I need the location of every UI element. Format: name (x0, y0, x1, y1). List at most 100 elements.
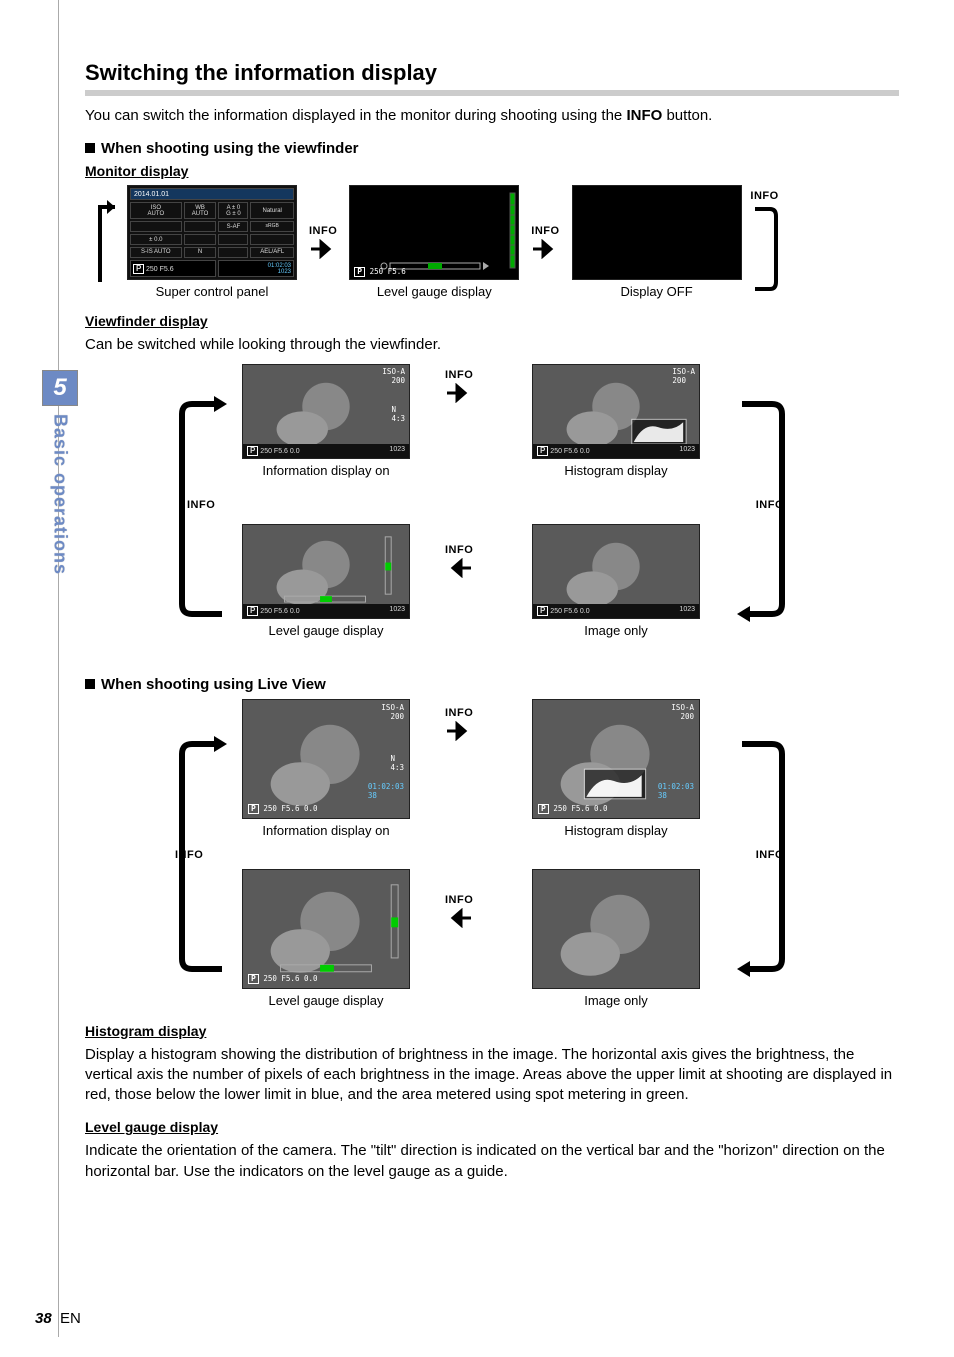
monitor-display-heading: Monitor display (85, 163, 899, 179)
arrow-right-icon (309, 239, 337, 259)
histogram-text: Display a histogram showing the distribu… (85, 1045, 899, 1106)
display-off-block: Display OFF (572, 185, 742, 299)
side-tab: 5 Basic operations (40, 370, 80, 575)
intro-text: You can switch the information displayed… (85, 106, 899, 126)
lv-text: 250 F5.6 (370, 267, 406, 276)
info-arrow-1: INFO (309, 225, 337, 259)
intro-line: You can switch the information displayed… (85, 107, 626, 124)
vstrip-left: 250 F5.6 0.0 (260, 448, 299, 455)
vstrip-mode2: P (537, 446, 548, 456)
cycle-info-left: INFO (187, 499, 215, 511)
cycle2-right-bracket: INFO (732, 734, 792, 984)
title-underline (85, 90, 899, 96)
lv-imgonly-thumb (532, 869, 700, 989)
vstrip-right2: 1023 (679, 446, 695, 456)
info-arrow-3: INFO (750, 190, 780, 294)
vstrip-right: 1023 (389, 446, 405, 456)
super-control-panel-thumb: 2014.01.01 ISO AUTO WB AUTO A ± 0 G ± 0 … (127, 185, 297, 280)
info-label-3: INFO (750, 190, 778, 202)
scp-saf: S-AF (218, 221, 248, 232)
section-liveview-heading: When shooting using Live View (85, 676, 899, 693)
vstrip-right4: 1023 (679, 606, 695, 616)
vf-info-on-thumb: ISO-A200 N4:3 P 250 F5.6 0.0 1023 (242, 364, 410, 459)
caption-lv-hist: Histogram display (564, 823, 667, 838)
lv2-mode3: P (248, 974, 259, 984)
info-label-2: INFO (531, 225, 559, 237)
arrow-right-icon (445, 383, 473, 403)
page-num-value: 38 (35, 1310, 52, 1327)
arrow-left-icon (445, 908, 473, 928)
caption-level-gauge: Level gauge display (377, 284, 492, 299)
histogram-heading: Histogram display (85, 1023, 899, 1039)
caption-lv-imgonly: Image only (584, 993, 648, 1008)
cycle-info-b: INFO (445, 544, 473, 556)
cycle2-info-b: INFO (445, 894, 473, 906)
cycle-left-bracket: INFO (172, 394, 232, 629)
scp-counter: 01:02:03 1023 (218, 260, 294, 277)
vf-lvgauge-thumb: P 250 F5.6 0.0 1023 (242, 524, 410, 619)
lv2-mode: P (248, 804, 259, 814)
scp-wb: WB AUTO (184, 202, 217, 219)
lv2-right2: 01:02:03 38 (658, 782, 694, 800)
scp-sis: S-IS AUTO (130, 247, 182, 258)
lv-info-on-thumb: ISO-A200 N4:3 01:02:03 38 P 250 F5.6 0.0 (242, 699, 410, 819)
scp-mode: P (133, 264, 144, 274)
viewfinder-intro: Can be switched while looking through th… (85, 335, 899, 355)
caption-vf-lvgauge: Level gauge display (269, 623, 384, 638)
scp-n: N (184, 247, 217, 258)
cycle2-info-left: INFO (175, 849, 203, 861)
loop-return-icon (750, 204, 780, 294)
caption-display-off: Display OFF (620, 284, 692, 299)
section-viewfinder-heading: When shooting using the viewfinder (85, 140, 899, 157)
page-number: 38 EN (35, 1310, 81, 1327)
caption-super-control: Super control panel (156, 284, 269, 299)
scp-date: 2014.01.01 (130, 188, 294, 200)
vstrip-mode3: P (247, 606, 258, 616)
caption-vf-info-on: Information display on (262, 463, 389, 478)
scp-iso: ISO AUTO (130, 202, 182, 219)
chapter-number: 5 (42, 370, 78, 406)
scp-ag: A ± 0 G ± 0 (218, 202, 248, 219)
level-gauge-text: Indicate the orientation of the camera. … (85, 1141, 899, 1182)
lv-hist-thumb: ISO-A200 01:02:03 38 P 250 F5.6 0.0 (532, 699, 700, 819)
scp-ael: AEL/AFL (250, 247, 294, 258)
caption-lv-lvgauge: Level gauge display (269, 993, 384, 1008)
vstrip-mode4: P (537, 606, 548, 616)
cycle-right-bracket: INFO (732, 394, 792, 629)
lv-lvgauge-thumb: P 250 F5.6 0.0 (242, 869, 410, 989)
loop-arrow-icon (85, 192, 115, 292)
lv2-left: 250 F5.6 0.0 (263, 804, 317, 813)
left-margin-rule (58, 0, 59, 1337)
vstrip-left3: 250 F5.6 0.0 (260, 608, 299, 615)
viewfinder-display-heading: Viewfinder display (85, 313, 899, 329)
vstrip-right3: 1023 (389, 606, 405, 616)
cycle-info-right: INFO (756, 499, 784, 511)
level-gauge-heading: Level gauge display (85, 1119, 899, 1135)
vstrip-mode: P (247, 446, 258, 456)
caption-vf-imgonly: Image only (584, 623, 648, 638)
scp-exposure: 250 F5.6 (146, 266, 174, 273)
caption-lv-info-on: Information display on (262, 823, 389, 838)
info-label: INFO (309, 225, 337, 237)
cycle2-info-right: INFO (756, 849, 784, 861)
arrow-left-icon (445, 558, 473, 578)
page-lang: EN (60, 1310, 81, 1327)
chapter-label: Basic operations (50, 414, 71, 575)
monitor-display-row: 2014.01.01 ISO AUTO WB AUTO A ± 0 G ± 0 … (85, 185, 899, 299)
super-control-panel-block: 2014.01.01 ISO AUTO WB AUTO A ± 0 G ± 0 … (127, 185, 297, 299)
display-off-thumb (572, 185, 742, 280)
vstrip-left4: 250 F5.6 0.0 (550, 608, 589, 615)
cycle2-info-a: INFO (445, 707, 473, 719)
scp-natural: Natural (250, 202, 294, 219)
lv2-mode2: P (538, 804, 549, 814)
level-gauge-block: P 250 F5.6 Level gauge display (349, 185, 519, 299)
intro-tail: button. (662, 107, 712, 124)
lv2-right: 01:02:03 38 (368, 782, 404, 800)
vf-imgonly-thumb: P 250 F5.6 0.0 1023 (532, 524, 700, 619)
vstrip-left2: 250 F5.6 0.0 (550, 448, 589, 455)
info-arrow-2: INFO (531, 225, 559, 259)
page-title: Switching the information display (85, 60, 899, 86)
lv2-left3: 250 F5.6 0.0 (263, 974, 317, 983)
arrow-right-icon (445, 721, 473, 741)
lv-mode: P (354, 267, 365, 277)
